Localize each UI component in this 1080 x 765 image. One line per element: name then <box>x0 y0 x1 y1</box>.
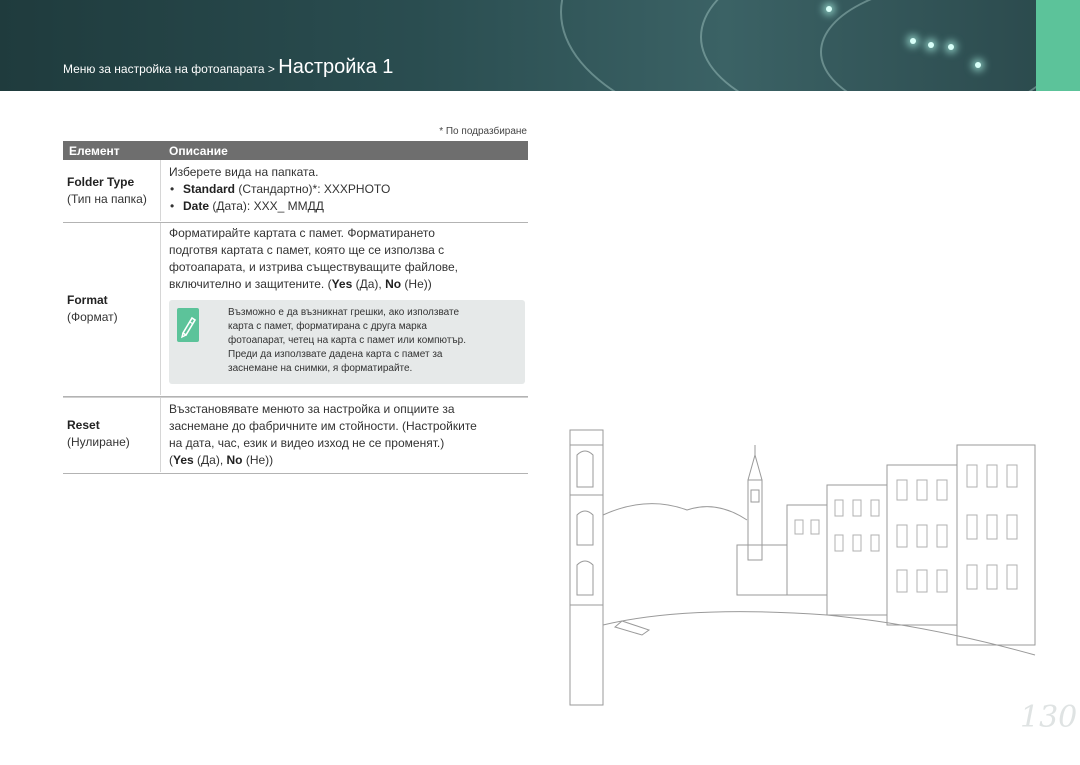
option-yes-translation: (Да), <box>193 453 227 467</box>
description-line: включително и защитените. (Yes (Да), No … <box>169 276 525 293</box>
option-no-translation: (Не)) <box>242 453 274 467</box>
option-yes-translation: (Да), <box>352 277 386 291</box>
description-line: фотоапарата, и изтрива съществуващите фа… <box>169 260 459 274</box>
option-yes: Yes <box>331 277 353 291</box>
note-line: карта с памет, форматирана с друга марка <box>228 321 427 332</box>
description-line: Възстановявате менюто за настройка и опц… <box>169 402 455 416</box>
option-name: Date <box>183 199 210 213</box>
settings-table: Елемент Описание Folder Type (Тип на пап… <box>63 141 528 474</box>
option-no-translation: (Не)) <box>401 277 432 291</box>
city-sketch-illustration <box>569 429 1036 706</box>
note-text: Възможно е да възникнат грешки, ако изпо… <box>228 306 518 376</box>
item-subtitle: (Нулиране) <box>67 435 130 449</box>
table-header: Елемент Описание <box>63 141 528 160</box>
item-name: Format <box>67 293 108 307</box>
note-line: Възможно е да възникнат грешки, ако изпо… <box>228 307 460 318</box>
option-no: No <box>226 453 243 467</box>
item-cell: Format (Формат) <box>63 223 161 395</box>
sparkle-dot <box>975 62 981 68</box>
item-name: Reset <box>67 418 100 432</box>
default-footnote: * По подразбиране <box>439 126 527 137</box>
note-pen-icon <box>177 308 199 342</box>
description-line: на дата, час, език и видео изход не се п… <box>169 436 445 450</box>
table-row: Reset (Нулиране) Възстановявате менюто з… <box>63 397 528 474</box>
sparkle-dot <box>928 42 934 48</box>
description-text: включително и защитените. ( <box>169 277 332 291</box>
description-cell: Възстановявате менюто за настройка и опц… <box>169 401 525 469</box>
description-cell: Изберете вида на папката. Standard (Стан… <box>169 164 525 215</box>
description-line: заснемане до фабричните им стойности. (Н… <box>169 419 477 433</box>
description-line: подготвя картата с памет, която ще се из… <box>169 243 445 257</box>
note-line: Преди да използвате дадена карта с памет… <box>228 349 443 360</box>
item-cell: Reset (Нулиране) <box>63 398 161 472</box>
sparkle-dot <box>910 38 916 44</box>
option-detail: (Дата): XXX_ ММДД <box>209 199 324 213</box>
item-cell: Folder Type (Тип на папка) <box>63 160 161 221</box>
description-line: Форматирайте картата с памет. Форматиран… <box>169 226 435 240</box>
note-line: фотоапарат, четец на карта с памет или к… <box>228 335 467 346</box>
option-no: No <box>385 277 402 291</box>
list-item: Standard (Стандартно)*: XXXPHOTO <box>169 181 525 198</box>
chapter-tab <box>1036 0 1080 91</box>
note-line: заснемане на снимки, я форматирайте. <box>228 363 413 374</box>
list-item: Date (Дата): XXX_ ММДД <box>169 198 525 215</box>
table-row: Format (Формат) Форматирайте картата с п… <box>63 223 528 397</box>
column-header-description: Описание <box>169 144 228 158</box>
breadcrumb-prefix: Меню за настройка на фотоапарата > <box>63 62 279 76</box>
option-yes: Yes <box>173 453 194 467</box>
description-line: (Yes (Да), No (Не)) <box>169 452 525 469</box>
page-title: Настройка 1 <box>278 56 394 78</box>
description-cell: Форматирайте картата с памет. Форматиран… <box>169 225 525 293</box>
item-subtitle: (Формат) <box>67 310 118 324</box>
description-text: Изберете вида на папката. <box>169 165 319 179</box>
page-number: 130 <box>1020 700 1078 735</box>
option-name: Standard <box>183 182 236 196</box>
sparkle-dot <box>826 6 832 12</box>
page-header: Меню за настройка на фотоапарата > Настр… <box>0 0 1036 91</box>
item-name: Folder Type <box>67 175 135 189</box>
breadcrumb: Меню за настройка на фотоапарата > Настр… <box>63 56 393 79</box>
option-detail: (Стандартно)*: XXXPHOTO <box>235 182 391 196</box>
column-header-item: Елемент <box>69 144 120 158</box>
note-box: Възможно е да възникнат грешки, ако изпо… <box>169 300 525 384</box>
item-subtitle: (Тип на папка) <box>67 192 147 206</box>
sparkle-dot <box>948 44 954 50</box>
table-row: Folder Type (Тип на папка) Изберете вида… <box>63 160 528 223</box>
